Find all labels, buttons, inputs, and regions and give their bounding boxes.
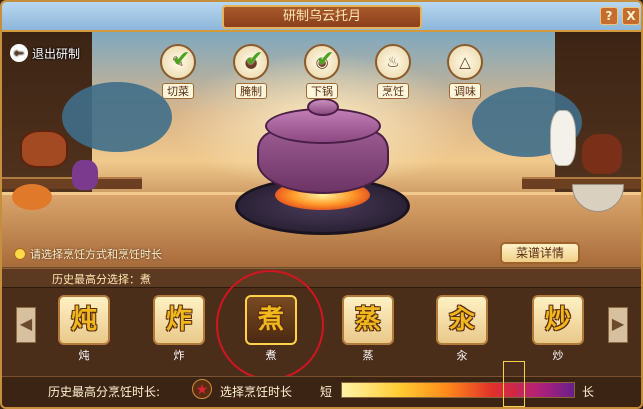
lightbulb-icon: [14, 248, 26, 260]
check-icon: ✔: [316, 47, 335, 72]
method-stew[interactable]: 炖 炖: [56, 295, 112, 363]
check-icon: ✔: [172, 47, 191, 72]
method-quick-boil[interactable]: 汆 汆: [434, 295, 490, 363]
scroll-left-arrow[interactable]: ◀: [16, 307, 36, 343]
method-tile: 蒸: [342, 295, 394, 345]
history-best-time-label: 历史最高分烹饪时长:: [48, 385, 161, 399]
close-button[interactable]: X: [622, 7, 640, 25]
long-label: 长: [582, 385, 595, 399]
star-marker-icon: ★: [507, 384, 520, 400]
star-icon: ★: [192, 379, 212, 399]
title-bar: 研制乌云托月 ? X: [2, 2, 641, 32]
method-name: 炖: [78, 349, 90, 362]
step-marinate: ● ✔ 腌制: [228, 44, 274, 99]
step-label: 下锅: [306, 83, 338, 99]
cooking-hint: 请选择烹饪方式和烹饪时长: [14, 246, 162, 262]
exit-research-button[interactable]: ← 退出研制: [10, 42, 80, 64]
scroll-right-arrow[interactable]: ▶: [608, 307, 628, 343]
grapes-icon: [72, 160, 98, 190]
method-tile: 炖: [58, 295, 110, 345]
step-label: 调味: [449, 83, 481, 99]
cooking-time-slider[interactable]: [341, 382, 575, 398]
method-name: 炒: [552, 349, 564, 362]
step-into-pot: ◉ ✔ 下锅: [299, 44, 345, 99]
marinate-icon: ● ✔: [233, 44, 269, 80]
cooking-pot-icon: ♨: [375, 44, 411, 80]
pot-knob: [307, 98, 339, 116]
window-title: 研制乌云托月: [222, 5, 422, 29]
white-vase-icon: [550, 110, 576, 166]
persimmons-icon: [12, 184, 52, 210]
method-name: 炸: [173, 349, 185, 362]
step-cut: ✎ ✔ 切菜: [155, 44, 201, 99]
select-time-label: 选择烹饪时长: [220, 385, 293, 399]
clay-pot-icon: [20, 130, 68, 168]
help-button[interactable]: ?: [600, 7, 618, 25]
method-name: 蒸: [362, 349, 374, 362]
dark-jar-icon: [582, 134, 622, 174]
step-label: 切菜: [162, 83, 194, 99]
hint-text: 请选择烹饪方式和烹饪时长: [30, 248, 162, 261]
history-best-method: 历史最高分选择：煮: [52, 273, 151, 286]
step-label: 腌制: [235, 83, 267, 99]
exit-research-label: 退出研制: [32, 46, 81, 61]
selection-highlight-ring: [216, 270, 324, 380]
method-stir-fry[interactable]: 炒 炒: [530, 295, 586, 363]
step-cook: ♨ 烹饪: [370, 44, 416, 99]
history-bar: 历史最高分选择：煮: [2, 268, 641, 288]
arrow-left-icon: ←: [10, 44, 28, 62]
clay-casserole-pot: [257, 98, 389, 194]
method-tile: 汆: [436, 295, 488, 345]
cooking-window: 研制乌云托月 ? X ← 退出研制 ✎ ✔ 切菜 ● ✔ 腌制 ◉ ✔ 下锅 ♨…: [0, 0, 643, 409]
time-slider-handle[interactable]: ★: [503, 361, 525, 407]
seasoning-bottle-icon: △: [447, 44, 483, 80]
step-label: 烹饪: [377, 83, 409, 99]
method-name: 汆: [456, 349, 468, 362]
check-icon: ✔: [245, 47, 264, 72]
method-steam[interactable]: 蒸 蒸: [340, 295, 396, 363]
method-tile: 炸: [153, 295, 205, 345]
method-fry[interactable]: 炸 炸: [151, 295, 207, 363]
recipe-details-button[interactable]: 菜谱详情: [500, 242, 580, 264]
pan-icon: ◉ ✔: [304, 44, 340, 80]
method-tile: 炒: [532, 295, 584, 345]
knife-icon: ✎ ✔: [160, 44, 196, 80]
short-label: 短: [320, 385, 333, 399]
step-season: △ 调味: [442, 44, 488, 99]
